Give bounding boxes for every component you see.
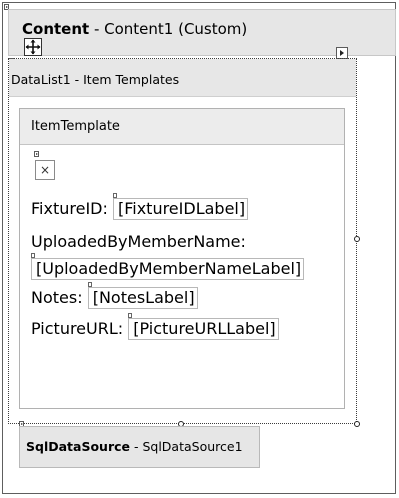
uploadedby-bound-label[interactable]: [UploadedByMemberNameLabel] — [30, 253, 305, 280]
field-row-fixtureid: FixtureID: [FixtureIDLabel] — [31, 193, 249, 220]
field-label: UploadedByMemberName: — [31, 232, 246, 251]
field-label: Notes: — [31, 288, 83, 307]
content-title-bold: Content — [22, 20, 90, 38]
item-template-title: ItemTemplate — [31, 119, 120, 134]
sqldatasource-title-rest: - SqlDataSource1 — [130, 439, 243, 454]
datalist-title: DataList1 - Item Templates — [11, 72, 180, 87]
field-label: FixtureID: — [31, 199, 108, 218]
sqldatasource-title: SqlDataSource - SqlDataSource1 — [26, 439, 243, 454]
broken-image-glyph: × — [39, 163, 51, 177]
sqldatasource-title-bold: SqlDataSource — [26, 439, 130, 454]
field-row-uploadedby-label: UploadedByMemberName: — [31, 232, 246, 251]
content-title-rest: - Content1 (Custom) — [89, 20, 248, 38]
field-row-notes: Notes: [NotesLabel] — [31, 282, 198, 309]
field-label: PictureURL: — [31, 319, 124, 338]
field-row-uploadedby-value: [UploadedByMemberNameLabel] — [30, 253, 305, 280]
resize-handle-bottom-right[interactable] — [354, 421, 360, 427]
content-placeholder-title: Content - Content1 (Custom) — [22, 20, 247, 38]
notes-bound-label[interactable]: [NotesLabel] — [87, 282, 198, 309]
move-arrows-icon[interactable] — [24, 38, 42, 56]
field-row-pictureurl: PictureURL: [PictureURLLabel] — [31, 313, 279, 340]
image-glyph-icon — [34, 151, 39, 157]
fixtureid-bound-label[interactable]: [FixtureIDLabel] — [112, 193, 249, 220]
resize-handle-right[interactable] — [354, 236, 360, 242]
pictureurl-bound-label[interactable]: [PictureURLLabel] — [128, 313, 279, 340]
